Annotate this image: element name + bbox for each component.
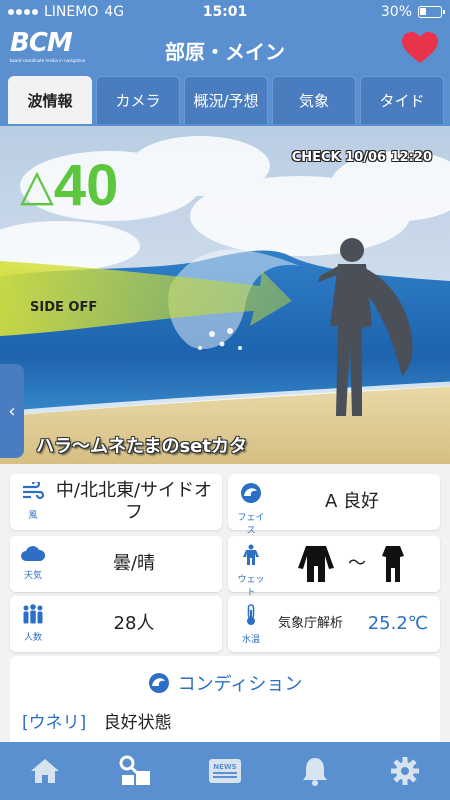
weather-label: 天気 <box>23 571 42 581</box>
previous-arrow-button[interactable]: ‹ <box>0 364 24 458</box>
rating-symbol: △ <box>20 160 54 211</box>
svg-text:NEWS: NEWS <box>213 763 236 771</box>
check-time: CHECK 10/06 12:20 <box>291 150 432 165</box>
wetsuit-label: ウェット <box>237 575 265 598</box>
home-icon <box>31 759 59 783</box>
tab-bar: 波情報 カメラ 概況/予想 気象 タイド <box>8 76 444 124</box>
news-icon: NEWS <box>209 759 241 783</box>
condition-row-value: 良好状態 <box>103 713 172 733</box>
tab-forecast[interactable]: 概況/予想 <box>184 76 268 124</box>
nav-notifications[interactable] <box>270 742 360 800</box>
tab-wave-info[interactable]: 波情報 <box>8 76 92 124</box>
people-card: 人数 28人 <box>10 596 222 652</box>
cloud-icon: 天気 <box>16 544 50 581</box>
tab-camera[interactable]: カメラ <box>96 76 180 124</box>
status-bar: LINEMO 4G 15:01 30% <box>0 0 450 26</box>
bottom-nav: NEWS <box>0 742 450 800</box>
app-header: BCM board coordinate media in navigation… <box>0 26 450 72</box>
tab-tide[interactable]: タイド <box>360 76 444 124</box>
condition-wave-icon <box>148 673 169 693</box>
bell-icon <box>303 758 327 786</box>
wave-comment: ハラ〜ムネたまのsetカタ <box>36 436 247 457</box>
face-label: フェイス <box>237 513 265 536</box>
people-value: 28人 <box>113 613 155 634</box>
nav-settings[interactable] <box>360 742 450 800</box>
weather-card: 天気 曇/晴 <box>10 536 222 592</box>
battery-info: 30% <box>380 4 445 20</box>
people-icon: 人数 <box>16 604 50 643</box>
settings-icon <box>391 757 419 785</box>
full-wetsuit-icon <box>298 546 334 582</box>
condition-section: コンディション [ウネリ] 良好状態 <box>10 656 440 746</box>
water-temp-source: 気象庁解析 <box>278 616 344 631</box>
thermometer-icon: 水温 <box>234 604 268 645</box>
wind-value: 中/北北東/サイドオフ <box>55 480 213 523</box>
nav-news[interactable]: NEWS <box>180 742 270 800</box>
nav-surf-point[interactable] <box>90 742 180 800</box>
wetsuit-range: 〜 <box>272 536 432 592</box>
wind-label: 風 <box>28 511 38 521</box>
rating-value: 40 <box>53 153 119 218</box>
tab-weather[interactable]: 気象 <box>272 76 356 124</box>
surf-point-icon <box>119 755 150 785</box>
battery-icon <box>418 6 445 18</box>
wind-card: 風 中/北北東/サイドオフ <box>10 474 222 530</box>
condition-row-key: [ウネリ] <box>22 713 87 733</box>
conditions-area: 風 中/北北東/サイドオフ フェイス A 良好 天気 曇/晴 ウェット 〜 人数… <box>0 464 450 746</box>
favorite-heart-icon[interactable] <box>402 32 438 64</box>
condition-title: コンディション <box>177 674 303 695</box>
condition-header: コンディション <box>10 670 440 696</box>
condition-row: [ウネリ] 良好状態 <box>22 708 172 733</box>
face-card: フェイス A 良好 <box>228 474 440 536</box>
nav-home[interactable] <box>0 742 90 800</box>
wind-direction-label: SIDE OFF <box>30 300 98 315</box>
weather-value: 曇/晴 <box>112 553 156 574</box>
wetsuit-separator: 〜 <box>348 553 366 574</box>
face-value: A 良好 <box>324 491 380 512</box>
wave-rating: △ 40 <box>20 156 118 216</box>
wave-face-icon: フェイス <box>234 482 268 536</box>
water-temp-card: 水温 気象庁解析 25.2℃ <box>228 596 440 652</box>
spring-wetsuit-icon <box>382 546 404 582</box>
wetsuit-icon: ウェット <box>234 544 268 598</box>
wave-panel: CHECK 10/06 12:20 △ 40 SIDE OFF ハラ〜ムネたまの… <box>0 126 450 464</box>
wetsuit-card: ウェット 〜 <box>228 536 440 598</box>
page-title: 部原・メイン <box>165 40 285 64</box>
wind-icon: 風 <box>16 479 50 521</box>
battery-percent: 30% <box>380 4 412 20</box>
water-temp-label: 水温 <box>241 635 260 645</box>
water-temp-row: 気象庁解析 25.2℃ <box>272 596 432 652</box>
people-label: 人数 <box>23 633 42 643</box>
water-temp-value: 25.2℃ <box>367 613 428 634</box>
